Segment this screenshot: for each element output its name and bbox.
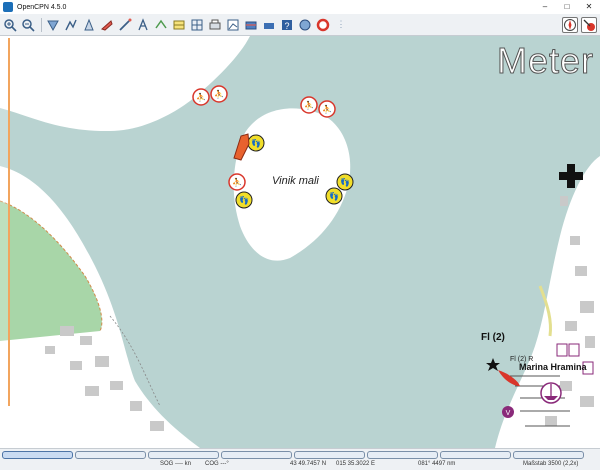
text-icon[interactable] (135, 17, 151, 33)
toolbar-separator (41, 17, 42, 32)
chart-canvas[interactable]: ⛹ ⛹ ⛹ ⛹ ⛹ 👣 👣 👣 👣 V Meter Vinik mali Fl … (0, 36, 600, 448)
visitor-berth-icon[interactable]: V (502, 406, 514, 418)
beach-marker-2[interactable]: 👣 (235, 191, 253, 209)
zoom-in-icon[interactable] (2, 17, 18, 33)
no-swimming-marker-3[interactable]: ⛹ (300, 96, 318, 114)
island-name-label: Vinik mali (272, 175, 319, 187)
chart-bar-tab[interactable] (148, 451, 219, 459)
chart-bar (2, 451, 586, 459)
app-icon (3, 2, 13, 12)
lifebuoy-icon[interactable] (315, 17, 331, 33)
chart-bar-tab[interactable] (75, 451, 146, 459)
no-swimming-marker-4[interactable]: ⛹ (318, 100, 336, 118)
status-bar: SOG ---- kn COG ---° 43 49.7457 N 015 35… (0, 448, 600, 470)
chart-bar-tab[interactable] (513, 451, 584, 459)
latitude-readout: 43 49.7457 N (290, 461, 327, 467)
no-swimming-marker-1[interactable]: ⛹ (192, 88, 210, 106)
minimize-icon[interactable]: – (534, 0, 556, 14)
svg-text:V: V (506, 410, 511, 417)
gps-status-icon[interactable] (581, 17, 597, 33)
landmass-north (0, 36, 250, 132)
light-characteristic-label: Fl (2) (481, 332, 505, 343)
longitude-readout: 015 35.3022 E (336, 461, 376, 467)
svg-text:⛹: ⛹ (304, 100, 314, 110)
beach-marker-3[interactable]: 👣 (336, 173, 354, 191)
globe-icon[interactable] (297, 17, 313, 33)
zoom-out-icon[interactable] (20, 17, 36, 33)
dashboard-icon[interactable] (243, 17, 259, 33)
marina-boat-icon[interactable] (540, 382, 562, 404)
ais-icon[interactable] (99, 17, 115, 33)
maximize-icon[interactable]: □ (556, 0, 578, 14)
beach-marker-4[interactable]: 👣 (325, 187, 343, 205)
svg-text:⛹: ⛹ (232, 177, 242, 187)
anchor-icon[interactable] (261, 17, 277, 33)
chart-bar-tab[interactable] (440, 451, 511, 459)
chart-bar-tab[interactable] (367, 451, 438, 459)
window-title: OpenCPN 4.5.0 (17, 3, 67, 11)
waypoint-icon[interactable] (63, 17, 79, 33)
toolbar-grip-icon[interactable]: ⋮ (333, 17, 349, 33)
scale-readout: Maßstab 3500 (2,2x) (523, 461, 579, 467)
print-icon[interactable] (207, 17, 223, 33)
toolbar-right-group (559, 17, 597, 33)
svg-text:👣: 👣 (251, 138, 261, 148)
chart-bar-tab[interactable] (294, 451, 365, 459)
grid-icon[interactable] (189, 17, 205, 33)
no-swimming-marker-2[interactable]: ⛹ (210, 85, 228, 103)
opencpn-window: OpenCPN 4.5.0 – □ ✕ ? ⋮ ⛹ ⛹ ⛹ ⛹ ⛹ 👣 👣 👣 … (0, 0, 600, 470)
lighthouse-star-icon[interactable] (486, 358, 500, 371)
scale-unit-label: Meter (496, 40, 594, 82)
svg-text:⛹: ⛹ (214, 89, 224, 99)
compass-icon[interactable] (562, 17, 578, 33)
svg-text:⛹: ⛹ (322, 104, 332, 114)
marina-name-label: Marina Hramina (519, 362, 587, 372)
route-icon[interactable] (45, 17, 61, 33)
cog-readout: COG ---° (205, 461, 229, 467)
title-bar: OpenCPN 4.5.0 – □ ✕ (0, 0, 600, 14)
help-icon[interactable]: ? (279, 17, 295, 33)
track-icon[interactable] (81, 17, 97, 33)
main-toolbar: ? ⋮ (0, 14, 600, 36)
no-swimming-marker-5[interactable]: ⛹ (228, 173, 246, 191)
svg-text:👣: 👣 (329, 191, 339, 201)
chart-boundary-line (8, 38, 10, 406)
svg-text:👣: 👣 (239, 195, 249, 205)
svg-text:?: ? (284, 21, 289, 31)
svg-text:⛹: ⛹ (196, 92, 206, 102)
measure-icon[interactable] (117, 17, 133, 33)
settings-icon[interactable] (171, 17, 187, 33)
layers-icon[interactable] (153, 17, 169, 33)
svg-text:👣: 👣 (340, 177, 350, 187)
close-icon[interactable]: ✕ (578, 0, 600, 14)
chart-icon[interactable] (225, 17, 241, 33)
light-sector-icon (498, 370, 520, 386)
beach-marker-1[interactable]: 👣 (247, 134, 265, 152)
chart-bar-tab[interactable] (2, 451, 73, 459)
window-controls: – □ ✕ (534, 0, 600, 14)
sog-readout: SOG ---- kn (160, 461, 191, 467)
status-readouts: SOG ---- kn COG ---° 43 49.7457 N 015 35… (0, 461, 600, 470)
chart-drawing: ⛹ ⛹ ⛹ ⛹ ⛹ 👣 👣 👣 👣 V (0, 36, 600, 448)
bearing-distance-readout: 081° 4497 nm (418, 461, 456, 467)
chart-bar-tab[interactable] (221, 451, 292, 459)
